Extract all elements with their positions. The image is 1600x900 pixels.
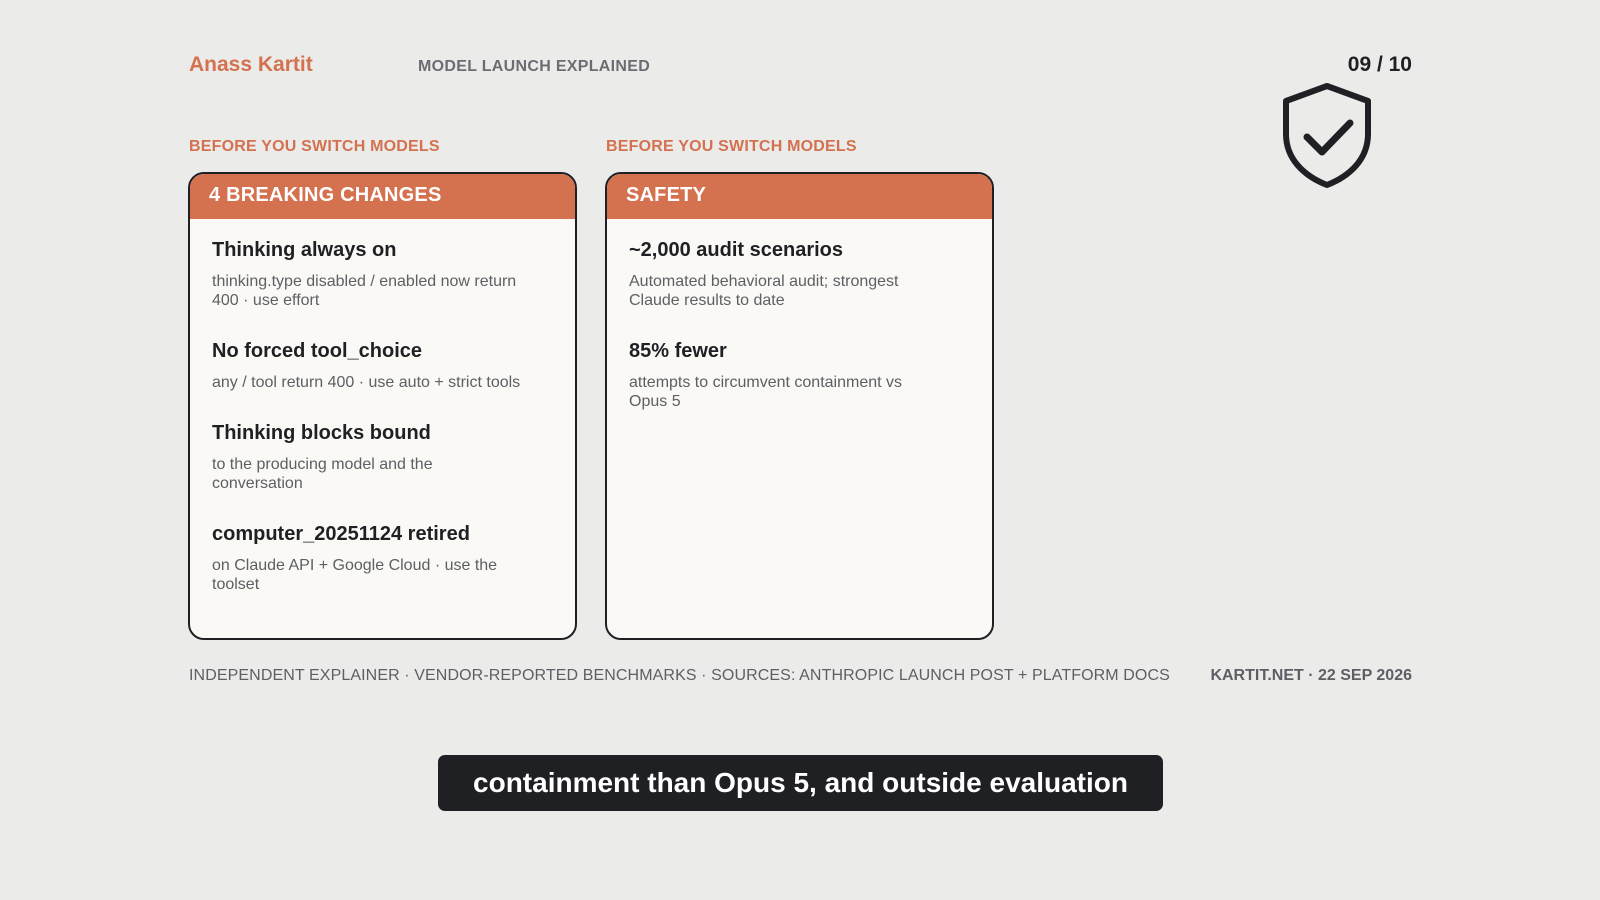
list-item: 85% fewer attempts to circumvent contain…	[629, 340, 970, 411]
item-title: Thinking blocks bound	[212, 422, 431, 444]
card-header: SAFETY	[607, 174, 992, 219]
item-title: Thinking always on	[212, 239, 397, 261]
subtitle-caption: containment than Opus 5, and outside eva…	[438, 755, 1163, 811]
list-item: No forced tool_choice any / tool return …	[212, 340, 553, 392]
item-description: thinking.type disabled / enabled now ret…	[212, 273, 517, 309]
item-title: computer_20251124 retired	[212, 523, 470, 545]
list-item: Thinking always on thinking.type disable…	[212, 239, 553, 310]
column-label-safety: BEFORE YOU SWITCH MODELS	[606, 138, 857, 155]
list-item: ~2,000 audit scenarios Automated behavio…	[629, 239, 970, 310]
item-title: ~2,000 audit scenarios	[629, 239, 844, 261]
safety-card: SAFETY ~2,000 audit scenarios Automated …	[605, 172, 994, 640]
author-name: Anass Kartit	[189, 53, 313, 76]
item-description: Automated behavioral audit; strongest Cl…	[629, 273, 899, 309]
item-description: on Claude API + Google Cloud · use the t…	[212, 557, 498, 593]
column-label-breaking: BEFORE YOU SWITCH MODELS	[189, 138, 440, 155]
item-description: to the producing model and the conversat…	[212, 456, 433, 492]
shield-check-icon	[1283, 83, 1371, 188]
item-description: any / tool return 400 · use auto + stric…	[212, 374, 521, 391]
breaking-changes-card: 4 BREAKING CHANGES Thinking always on th…	[188, 172, 577, 640]
item-description: attempts to circumvent containment vs Op…	[629, 374, 902, 410]
item-title: No forced tool_choice	[212, 340, 423, 362]
footer-site-date: KARTIT.NET · 22 SEP 2026	[1210, 667, 1412, 684]
footer-sources: INDEPENDENT EXPLAINER · VENDOR-REPORTED …	[189, 667, 1170, 684]
list-item: computer_20251124 retired on Claude API …	[212, 523, 553, 594]
card-header: 4 BREAKING CHANGES	[190, 174, 575, 219]
series-title: MODEL LAUNCH EXPLAINED	[418, 58, 651, 75]
slide-counter: 09 / 10	[1347, 53, 1412, 76]
list-item: Thinking blocks bound to the producing m…	[212, 422, 553, 493]
item-title: 85% fewer	[629, 340, 727, 362]
